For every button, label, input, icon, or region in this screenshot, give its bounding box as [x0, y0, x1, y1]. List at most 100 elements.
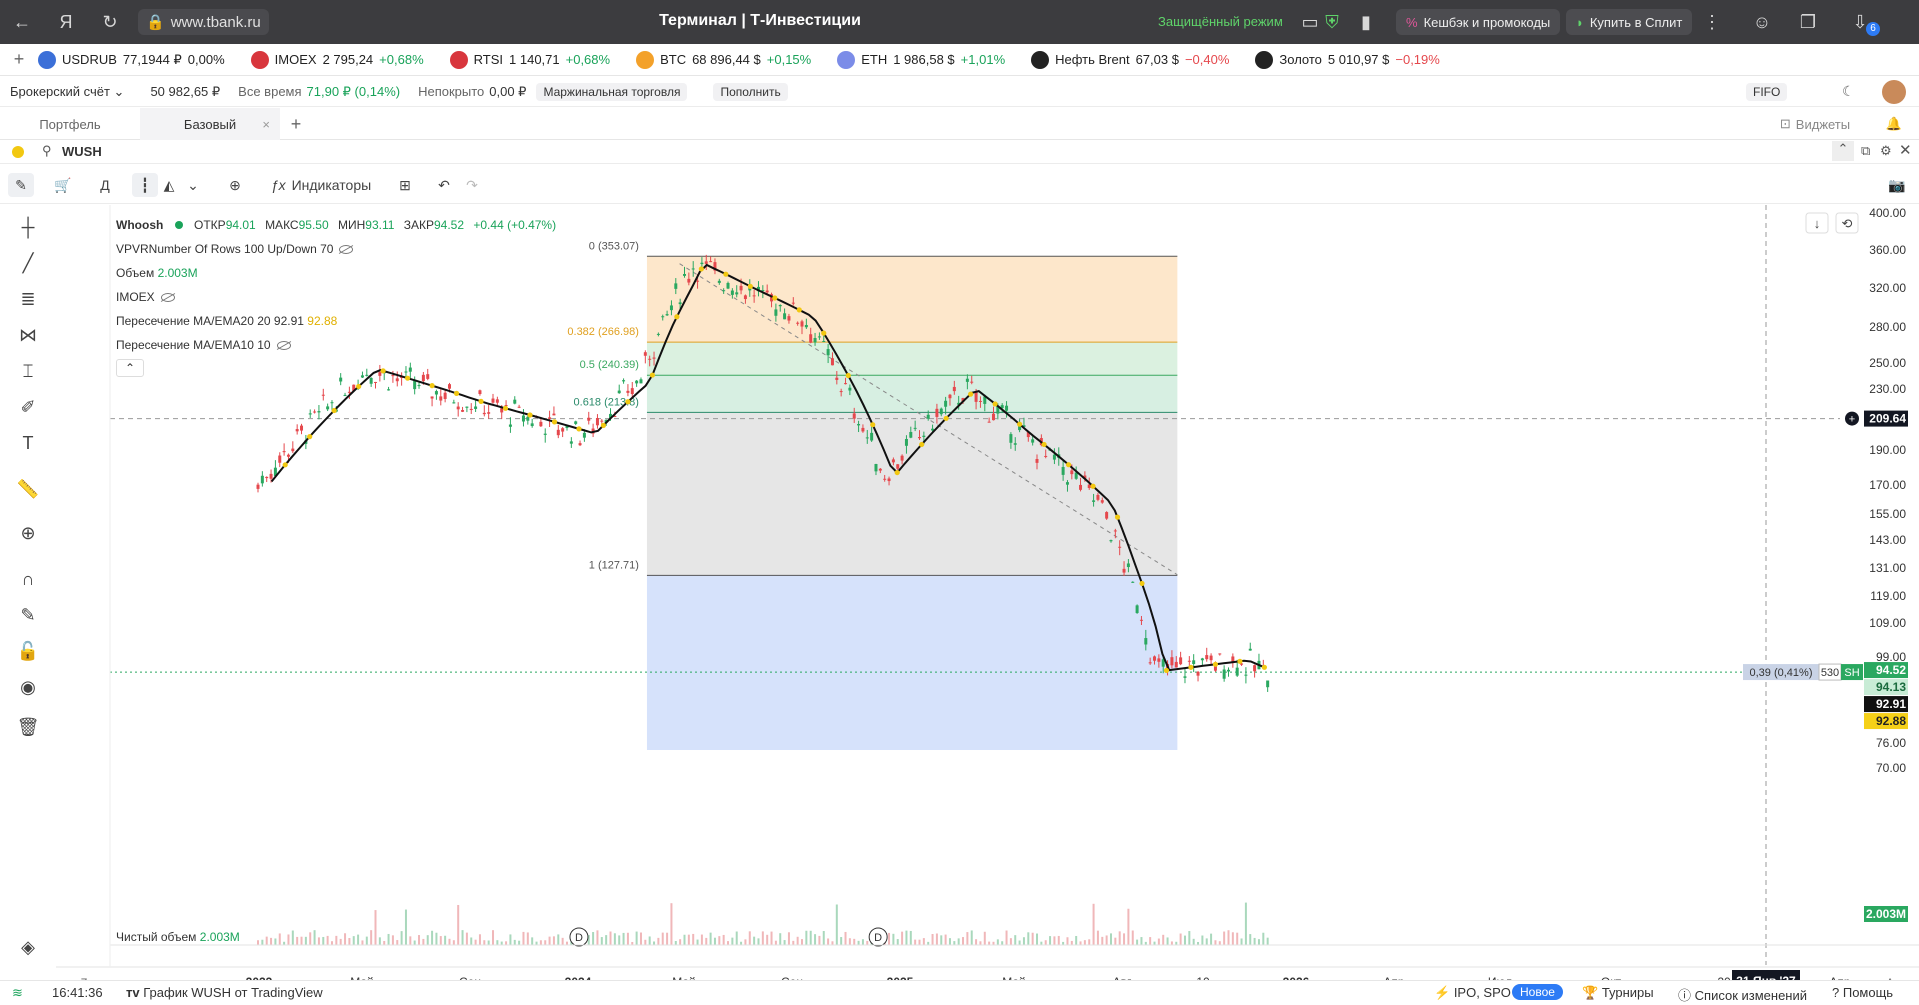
help-link[interactable]: ? Помощь — [1832, 985, 1893, 1000]
chevron-down-icon[interactable]: ⌄ — [182, 173, 204, 197]
candles-icon[interactable]: ┇ — [132, 173, 158, 197]
layout-icon[interactable]: ⊞ — [392, 173, 418, 197]
indicators-button[interactable]: ƒx Индикаторы — [266, 173, 376, 197]
volume-bar — [1075, 935, 1078, 945]
yaxis-tick-label: 99.00 — [1876, 650, 1906, 664]
volume-label: Объем — [116, 266, 155, 280]
ema-cross-marker — [1212, 661, 1219, 667]
candle-body — [691, 268, 695, 270]
yaxis-tick-label: 400.00 — [1869, 206, 1906, 220]
bookmark-icon[interactable]: ▮ — [1352, 8, 1380, 36]
redo-icon[interactable]: ↷ — [460, 173, 484, 197]
candle-body — [300, 425, 304, 431]
more-icon[interactable]: ⋮ — [1698, 8, 1726, 36]
volume-bar — [492, 930, 495, 945]
secure-mode-label[interactable]: Защищённый режим — [1158, 14, 1283, 29]
ema-cross-marker — [1017, 421, 1023, 427]
ma20-label: Пересечение MA/EMA20 20 — [116, 314, 271, 328]
volume-bar — [383, 940, 386, 945]
legend-imoex[interactable]: IMOEX — [116, 285, 556, 309]
fifo-chip[interactable]: FIFO — [1746, 83, 1788, 101]
tradingview-link[interactable]: ᴛᴠ График WUSH от TradingView — [126, 985, 323, 1000]
tab-portfolio[interactable]: Портфель — [0, 108, 140, 140]
legend-volume[interactable]: Объем 2.003M — [116, 261, 556, 285]
volume-bar — [666, 932, 669, 945]
volume-bar — [609, 931, 612, 945]
tournaments-link[interactable]: 🏆 Турниры — [1582, 985, 1654, 1001]
period-button[interactable]: Д — [92, 173, 118, 197]
ticker-icon — [250, 50, 269, 69]
volume-bar — [918, 939, 921, 945]
ticker-search-input[interactable]: WUSH — [62, 144, 102, 159]
candle-body — [639, 379, 643, 384]
compare-add-icon[interactable]: ⊕ — [222, 173, 248, 197]
candle-body — [500, 408, 504, 413]
gear-icon[interactable]: ⚙ — [1880, 143, 1892, 159]
shield-icon[interactable]: ⛨ — [1318, 8, 1346, 36]
volume-bar — [365, 936, 368, 945]
last-price-tag: 94.52 — [1876, 663, 1906, 677]
popout-icon[interactable]: ⧉ — [1861, 143, 1870, 159]
ticker-price: 1 986,58 $ — [893, 52, 955, 67]
cart-icon[interactable]: 🛒 — [50, 173, 76, 197]
candle-body — [434, 391, 438, 395]
fib-zone-0-382 — [646, 256, 1178, 343]
camera-icon[interactable]: 📷 — [1884, 173, 1910, 197]
ticker-item[interactable]: BTC 68 896,44 $ +0,15% — [636, 50, 811, 69]
margin-trading-chip[interactable]: Маржинальная торговля — [536, 82, 688, 101]
volume-bar — [1022, 937, 1025, 945]
ema-cross-marker — [968, 391, 974, 397]
legend-vpvr[interactable]: VPVRNumber Of Rows 100 Up/Down 70 — [116, 237, 556, 261]
eye-off-icon[interactable] — [160, 293, 175, 303]
undo-icon[interactable]: ↶ — [432, 173, 456, 197]
ticker-item[interactable]: Нефть Brent 67,03 $ −0,40% — [1031, 50, 1229, 69]
candle-body — [1226, 669, 1230, 672]
collections-icon[interactable]: ❐ — [1794, 8, 1822, 36]
candle-body — [739, 285, 743, 291]
ticker-item[interactable]: IMOEX 2 795,24 +0,68% — [250, 50, 424, 69]
profile-icon[interactable]: ☺ — [1748, 8, 1776, 36]
changelog-link[interactable]: ⓘ Список изменений — [1678, 985, 1807, 1004]
widgets-button[interactable]: ⊡ Виджеты — [1770, 108, 1860, 140]
close-icon[interactable]: × — [262, 117, 270, 132]
account-select[interactable]: Брокерский счёт ⌄ — [10, 84, 124, 100]
ipo-link[interactable]: ⚡ IPO, SPO — [1434, 985, 1511, 1001]
tab-base[interactable]: Базовый × — [140, 108, 280, 140]
ticker-item[interactable]: Золото 5 010,97 $ −0,19% — [1255, 50, 1440, 69]
collapse-legend-button[interactable]: ⌃ — [116, 359, 144, 377]
ticker-icon — [1255, 50, 1274, 69]
volume-bar — [687, 934, 690, 945]
ticker-icon — [38, 50, 56, 69]
eye-off-icon[interactable] — [339, 245, 354, 255]
ticker-item[interactable]: ETH 1 986,58 $ +1,01% — [837, 50, 1005, 69]
candle-body — [944, 400, 948, 407]
cashback-button[interactable]: % Кешбэк и промокоды — [1396, 9, 1561, 35]
avatar[interactable] — [1882, 80, 1906, 104]
legend-ma10[interactable]: Пересечение MA/EMA10 10 — [116, 333, 556, 357]
fib-zone-extension — [646, 575, 1178, 750]
eye-off-icon[interactable] — [276, 341, 291, 351]
add-tab-icon[interactable]: + — [284, 108, 308, 140]
bell-icon[interactable]: 🔔 — [1882, 108, 1906, 140]
candle-body — [1005, 405, 1009, 411]
ticker-item[interactable]: USDRUB 77,1944 ₽ 0,00% — [38, 50, 225, 69]
candle-body — [796, 322, 800, 324]
moon-icon[interactable]: ☾ — [1842, 83, 1855, 100]
candle-body — [822, 340, 826, 342]
legend-ma20[interactable]: Пересечение MA/EMA20 20 92.91 92.88 — [116, 309, 556, 333]
close-widget-icon[interactable]: ✕ — [1899, 141, 1912, 159]
split-button[interactable]: ◗ Купить в Сплит — [1566, 9, 1693, 35]
color-link-icon[interactable] — [12, 146, 24, 158]
ticker-item[interactable]: RTSI 1 140,71 +0,68% — [449, 50, 610, 69]
volume-bar — [422, 938, 425, 945]
collapse-icon[interactable]: ⌃ — [1832, 141, 1854, 161]
yaxis-tick-label: 320.00 — [1869, 281, 1906, 295]
candle-body — [487, 412, 491, 414]
candle-body — [835, 377, 839, 380]
pencil-icon[interactable]: ✎ — [8, 173, 34, 197]
candle-body — [1092, 500, 1096, 502]
add-icon[interactable]: + — [0, 49, 38, 70]
chart-type-icon[interactable]: ◭ — [158, 173, 180, 197]
candle-body — [939, 408, 943, 415]
topup-button[interactable]: Пополнить — [713, 82, 788, 101]
